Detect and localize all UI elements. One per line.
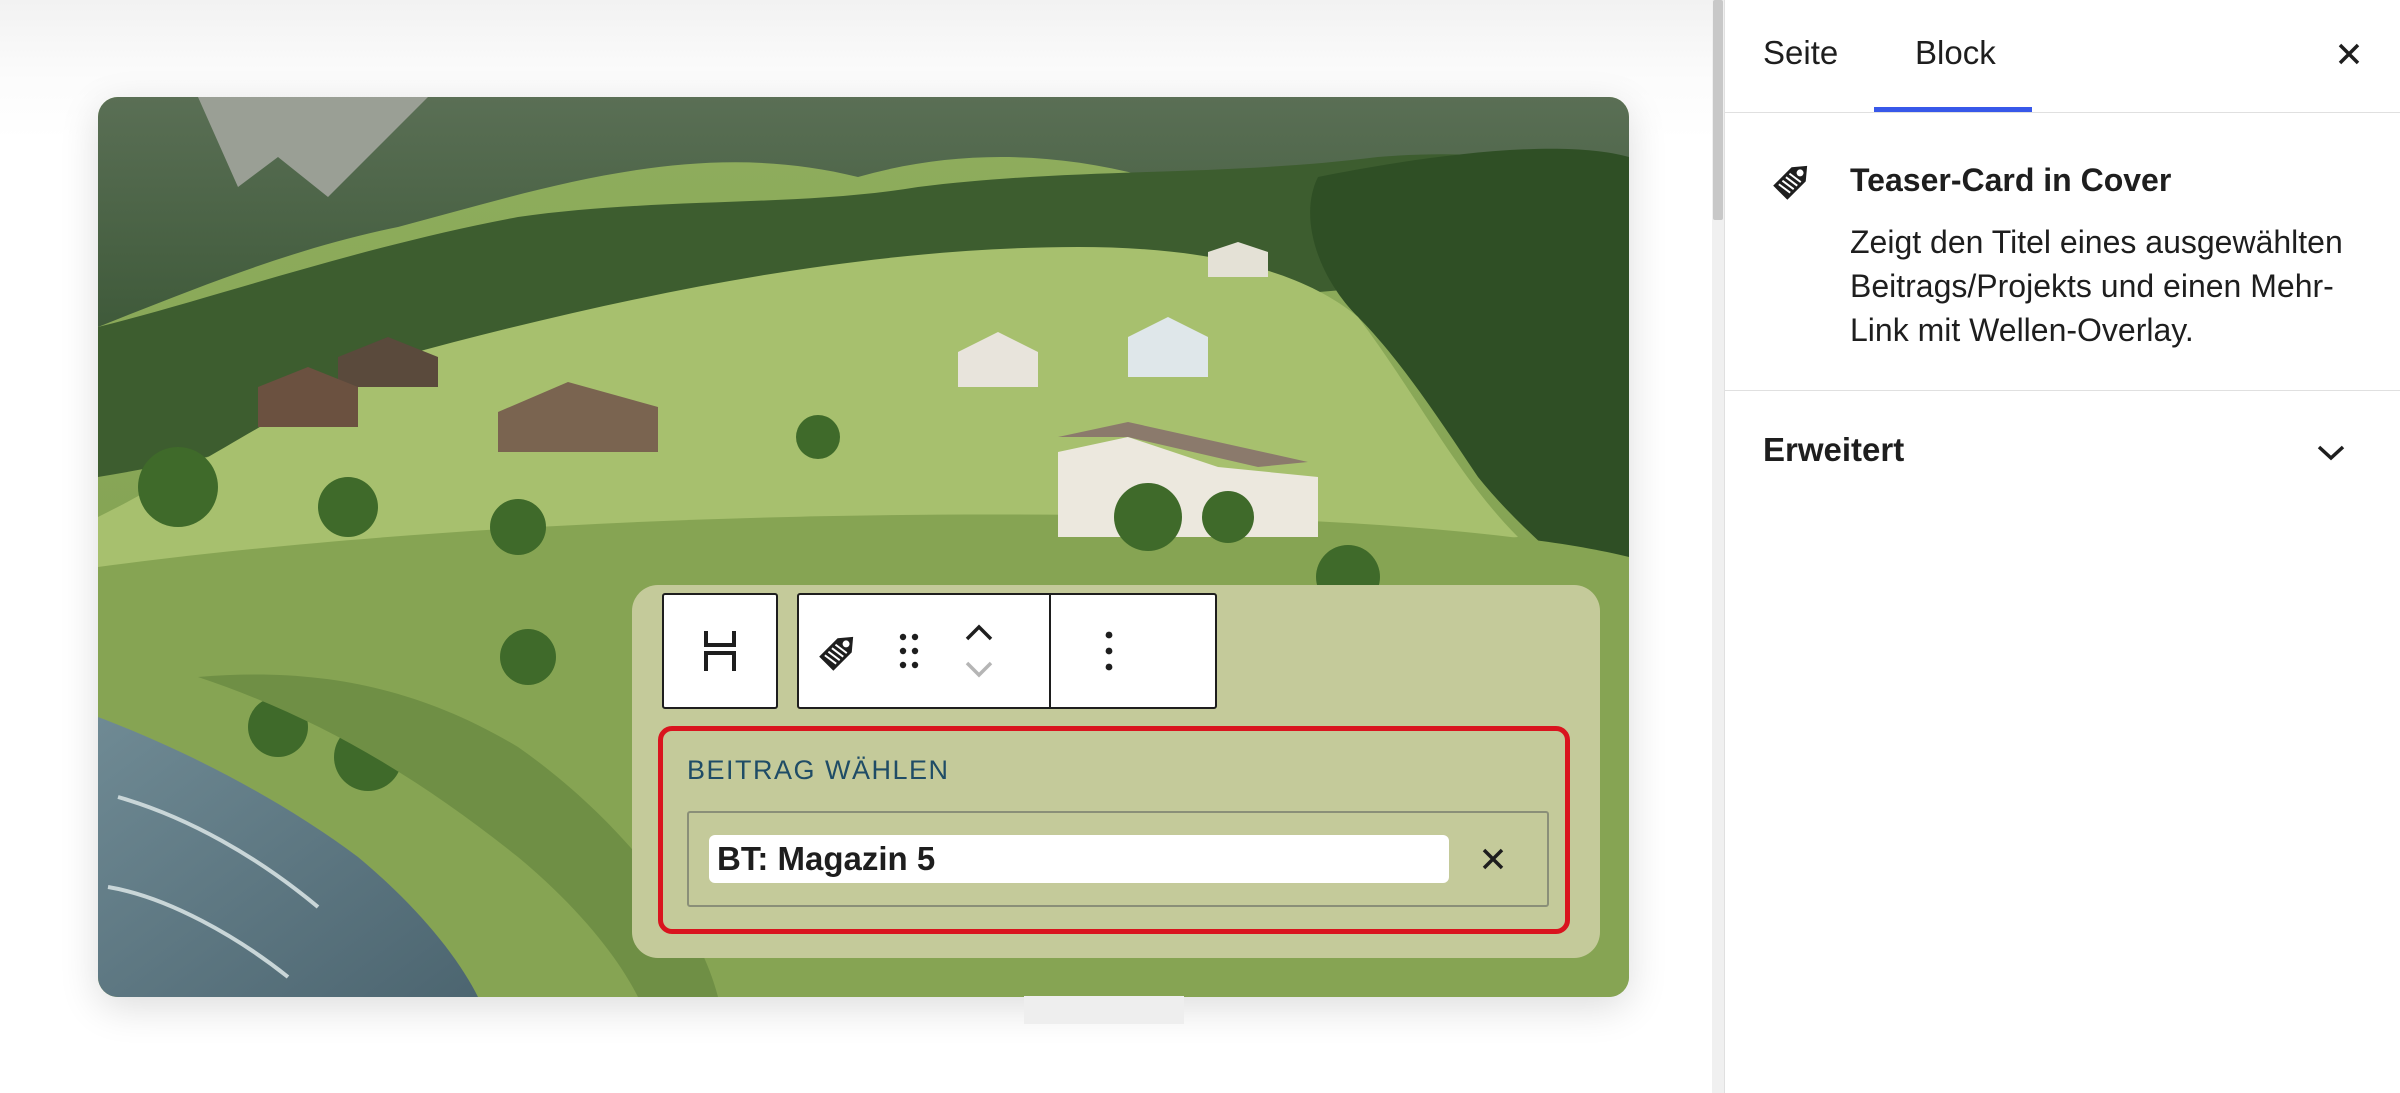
panel-erweitert-label: Erweitert xyxy=(1763,431,1905,468)
move-up-icon[interactable] xyxy=(962,621,996,645)
block-icon xyxy=(1767,154,1819,211)
select-parent-button[interactable] xyxy=(662,593,778,709)
settings-sidebar: Seite Block Teaser-Card in Cover Zeigt d… xyxy=(1724,0,2400,1093)
block-description: Zeigt den Titel eines ausgewählten Beitr… xyxy=(1850,224,2343,348)
close-icon xyxy=(2338,43,2360,65)
chevron-down-icon xyxy=(2317,445,2345,461)
sidebar-tabs: Seite Block xyxy=(1725,0,2400,113)
close-sidebar-button[interactable] xyxy=(2325,30,2373,78)
drag-handle[interactable] xyxy=(879,595,939,707)
teaser-card: BEITRAG WÄHLEN BT: Magazin 5 xyxy=(632,585,1600,958)
panel-toggle[interactable] xyxy=(2309,431,2353,475)
block-type-button[interactable] xyxy=(799,595,879,707)
editor-canvas: BEITRAG WÄHLEN BT: Magazin 5 xyxy=(0,0,1712,1093)
more-options-icon xyxy=(1105,631,1113,671)
drag-handle-icon xyxy=(899,633,919,669)
more-options-button[interactable] xyxy=(1051,595,1167,707)
block-card: Teaser-Card in Cover Zeigt den Titel ein… xyxy=(1725,112,2400,391)
tab-block[interactable]: Block xyxy=(1915,34,1996,72)
tag-icon xyxy=(1773,165,1808,200)
block-movers xyxy=(939,595,1019,707)
clear-selection-button[interactable] xyxy=(1469,835,1517,883)
post-picker-label: BEITRAG WÄHLEN xyxy=(687,755,950,785)
post-picker-field[interactable]: BT: Magazin 5 xyxy=(687,811,1549,907)
post-picker: BEITRAG WÄHLEN BT: Magazin 5 xyxy=(658,726,1570,934)
select-parent-icon xyxy=(704,631,736,671)
block-toolbar-group xyxy=(797,593,1217,709)
tag-icon xyxy=(819,636,854,671)
block-title: Teaser-Card in Cover xyxy=(1850,162,2172,198)
selected-post-chip[interactable]: BT: Magazin 5 xyxy=(709,835,1449,883)
panel-erweitert[interactable]: Erweitert xyxy=(1725,391,2400,511)
selected-post-title: BT: Magazin 5 xyxy=(717,840,936,877)
editor-scrollbar-thumb[interactable] xyxy=(1713,0,1723,220)
cover-resize-handle[interactable] xyxy=(1024,996,1184,1024)
tab-seite[interactable]: Seite xyxy=(1763,34,1838,72)
close-icon xyxy=(1482,848,1504,870)
move-down-icon[interactable] xyxy=(962,657,996,681)
